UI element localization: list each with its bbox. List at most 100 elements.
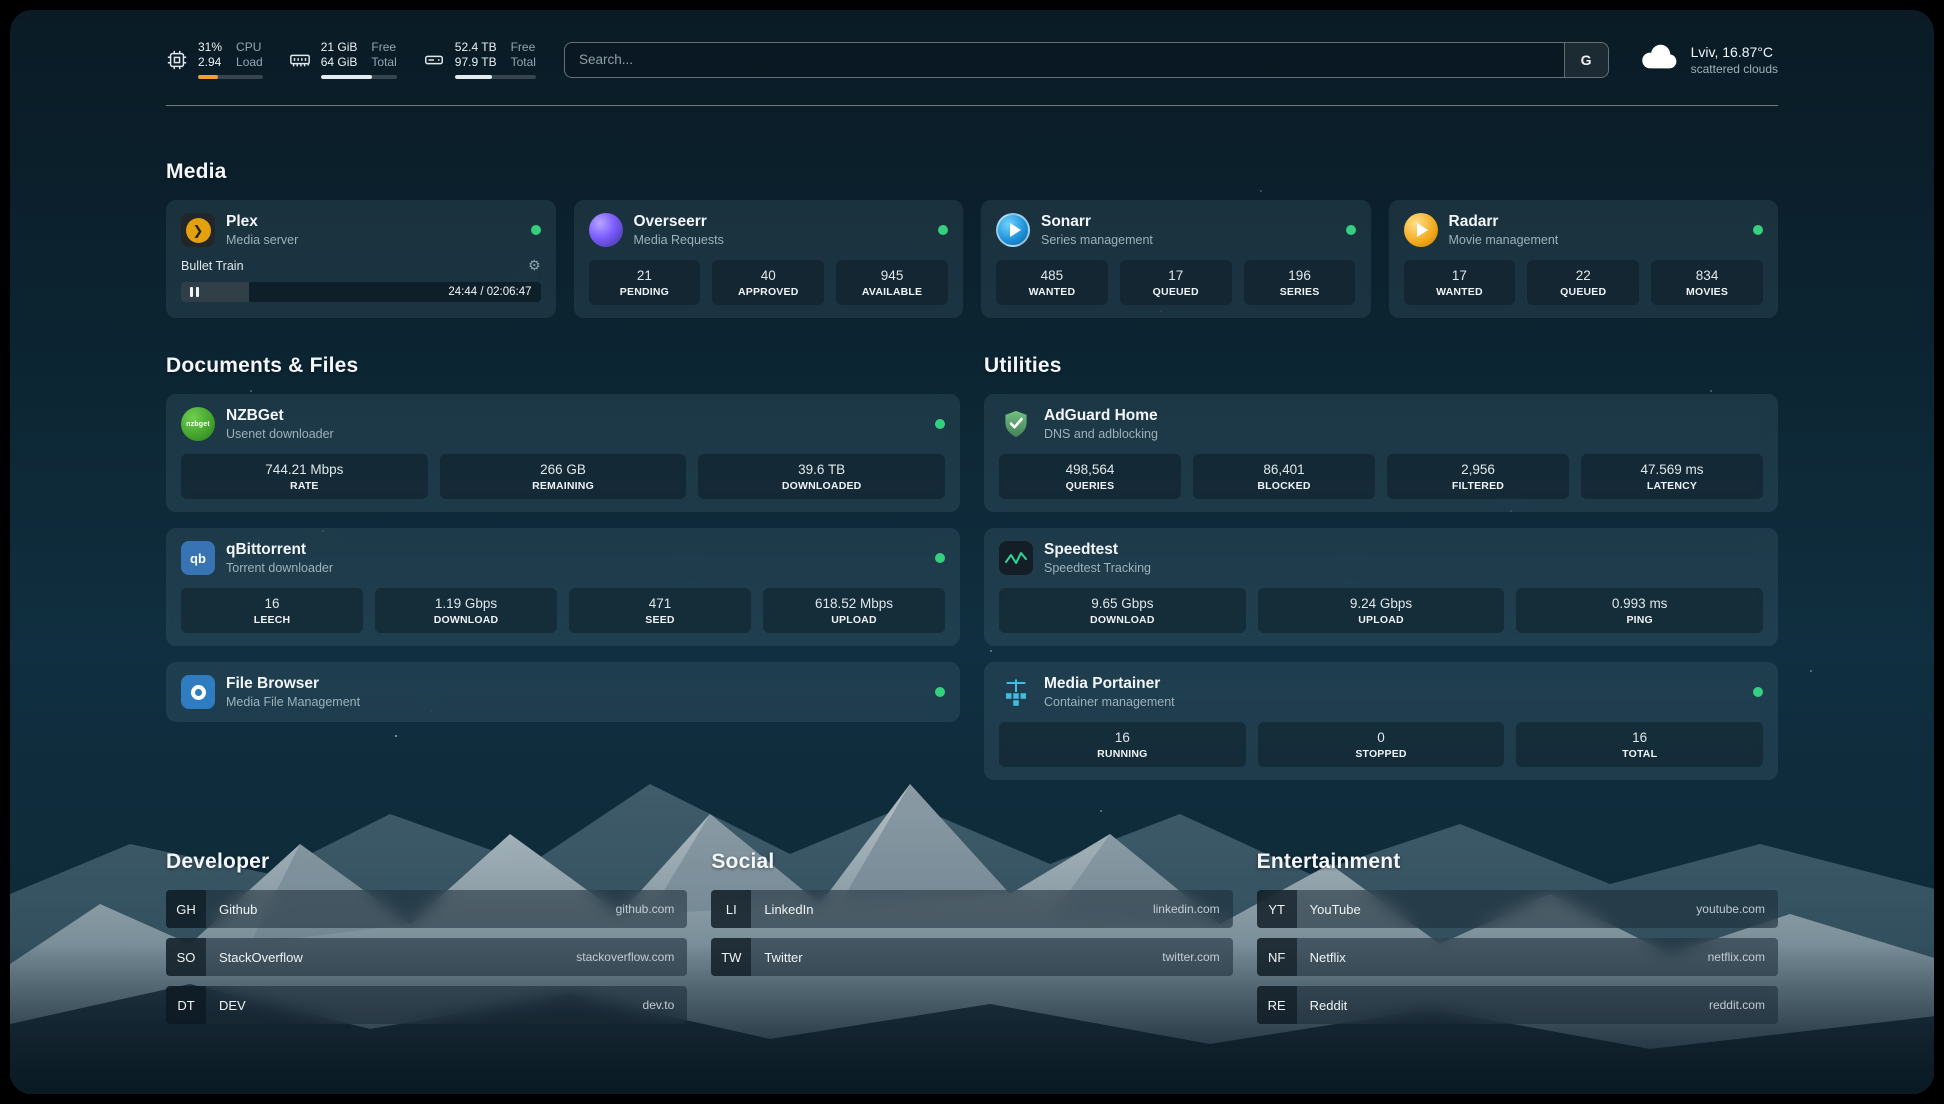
stat-rate: 744.21 Mbps RATE bbox=[181, 454, 428, 499]
section-title-media: Media bbox=[166, 160, 1778, 184]
bookmark-name: YouTube bbox=[1310, 902, 1361, 917]
search-input[interactable] bbox=[565, 43, 1564, 77]
stat-wanted: 17 WANTED bbox=[1404, 260, 1516, 305]
status-dot bbox=[935, 553, 945, 563]
bookmark-twitter[interactable]: TW Twitter twitter.com bbox=[711, 938, 1232, 976]
disk-label-free: Free bbox=[511, 40, 536, 55]
dashboard-screen: 31% 2.94 CPU Load bbox=[10, 10, 1934, 1094]
stat-blocked: 86,401 BLOCKED bbox=[1193, 454, 1375, 499]
section-utilities: Utilities AdGuard Home bbox=[984, 354, 1778, 796]
search-provider-button[interactable]: G bbox=[1564, 43, 1608, 77]
weather-widget[interactable]: Lviv, 16.87°C scattered clouds bbox=[1637, 42, 1778, 77]
section-title-entertainment: Entertainment bbox=[1257, 850, 1778, 874]
stat-downloaded: 39.6 TB DOWNLOADED bbox=[698, 454, 945, 499]
service-subtitle: Usenet downloader bbox=[226, 427, 334, 441]
bookmark-netflix[interactable]: NF Netflix netflix.com bbox=[1257, 938, 1778, 976]
playback-progress-bar[interactable]: 24:44 / 02:06:47 bbox=[181, 282, 541, 302]
status-dot bbox=[1346, 225, 1356, 235]
status-dot bbox=[1753, 225, 1763, 235]
bookmark-abbr: DT bbox=[166, 986, 206, 1024]
bookmark-url: stackoverflow.com bbox=[576, 950, 674, 964]
stat-queued: 17 QUEUED bbox=[1120, 260, 1232, 305]
service-card-plex[interactable]: ❯ Plex Media server Bullet Train ⚙ bbox=[166, 200, 556, 318]
cpu-label-bottom: Load bbox=[236, 55, 263, 70]
service-card-speedtest[interactable]: Speedtest Speedtest Tracking 9.65 Gbps D… bbox=[984, 528, 1778, 646]
playback-time: 24:44 / 02:06:47 bbox=[448, 286, 531, 298]
gear-icon[interactable]: ⚙ bbox=[528, 257, 541, 274]
disk-free-value: 52.4 TB bbox=[455, 40, 497, 55]
bookmark-abbr: LI bbox=[711, 890, 751, 928]
service-name: Plex bbox=[226, 213, 298, 231]
status-dot bbox=[938, 225, 948, 235]
section-title-developer: Developer bbox=[166, 850, 687, 874]
resource-widgets: 31% 2.94 CPU Load bbox=[166, 40, 536, 79]
status-dot bbox=[531, 225, 541, 235]
stat-upload: 618.52 Mbps UPLOAD bbox=[763, 588, 945, 633]
stat-movies: 834 MOVIES bbox=[1651, 260, 1763, 305]
service-card-portainer[interactable]: Media Portainer Container management 16 … bbox=[984, 662, 1778, 780]
stat-remaining: 266 GB REMAINING bbox=[440, 454, 687, 499]
bookmark-abbr: NF bbox=[1257, 938, 1297, 976]
service-name: Speedtest bbox=[1044, 541, 1151, 559]
stat-upload: 9.24 Gbps UPLOAD bbox=[1258, 588, 1505, 633]
bookmark-stackoverflow[interactable]: SO StackOverflow stackoverflow.com bbox=[166, 938, 687, 976]
bookmark-linkedin[interactable]: LI LinkedIn linkedin.com bbox=[711, 890, 1232, 928]
bookmark-abbr: RE bbox=[1257, 986, 1297, 1024]
bookmark-dev[interactable]: DT DEV dev.to bbox=[166, 986, 687, 1024]
memory-progress-bar bbox=[321, 75, 397, 79]
bookmark-github[interactable]: GH Github github.com bbox=[166, 890, 687, 928]
weather-condition: scattered clouds bbox=[1691, 62, 1778, 76]
stat-latency: 47.569 ms LATENCY bbox=[1581, 454, 1763, 499]
stat-queries: 498,564 QUERIES bbox=[999, 454, 1181, 499]
memory-label-total: Total bbox=[371, 55, 396, 70]
service-name: Overseerr bbox=[634, 213, 724, 231]
cpu-value-load: 2.94 bbox=[198, 55, 222, 70]
bookmark-group-entertainment: Entertainment YT YouTube youtube.com NF … bbox=[1257, 850, 1778, 1034]
section-documents: Documents & Files nzbget NZBGet Usenet d… bbox=[166, 354, 960, 738]
stat-queued: 22 QUEUED bbox=[1527, 260, 1639, 305]
stat-leech: 16 LEECH bbox=[181, 588, 363, 633]
memory-icon bbox=[289, 49, 311, 71]
pause-icon[interactable] bbox=[190, 287, 199, 297]
service-name: AdGuard Home bbox=[1044, 407, 1158, 425]
memory-total-value: 64 GiB bbox=[321, 55, 358, 70]
stat-ping: 0.993 ms PING bbox=[1516, 588, 1763, 633]
cloud-icon bbox=[1637, 42, 1679, 77]
bookmark-name: DEV bbox=[219, 998, 246, 1013]
service-card-overseerr[interactable]: Overseerr Media Requests 21 PENDING 40 A… bbox=[574, 200, 964, 318]
bookmark-youtube[interactable]: YT YouTube youtube.com bbox=[1257, 890, 1778, 928]
stat-available: 945 AVAILABLE bbox=[836, 260, 948, 305]
memory-free-value: 21 GiB bbox=[321, 40, 358, 55]
nzbget-icon: nzbget bbox=[181, 407, 215, 441]
service-card-filebrowser[interactable]: File Browser Media File Management bbox=[166, 662, 960, 722]
bookmark-reddit[interactable]: RE Reddit reddit.com bbox=[1257, 986, 1778, 1024]
bookmark-abbr: TW bbox=[711, 938, 751, 976]
cpu-value-percent: 31% bbox=[198, 40, 222, 55]
service-name: Sonarr bbox=[1041, 213, 1153, 231]
service-card-nzbget[interactable]: nzbget NZBGet Usenet downloader 744.21 M… bbox=[166, 394, 960, 512]
service-name: File Browser bbox=[226, 675, 360, 693]
disk-widget: 52.4 TB 97.9 TB Free Total bbox=[423, 40, 536, 79]
search-bar: G bbox=[564, 42, 1609, 78]
stat-series: 196 SERIES bbox=[1244, 260, 1356, 305]
service-card-radarr[interactable]: Radarr Movie management 17 WANTED 22 QUE… bbox=[1389, 200, 1779, 318]
service-subtitle: Torrent downloader bbox=[226, 561, 333, 575]
bookmark-name: Netflix bbox=[1310, 950, 1346, 965]
bookmark-name: Reddit bbox=[1310, 998, 1348, 1013]
status-dot bbox=[935, 687, 945, 697]
service-subtitle: Media Requests bbox=[634, 233, 724, 247]
service-card-adguard[interactable]: AdGuard Home DNS and adblocking 498,564 … bbox=[984, 394, 1778, 512]
stat-stopped: 0 STOPPED bbox=[1258, 722, 1505, 767]
bookmark-name: Github bbox=[219, 902, 257, 917]
stat-download: 9.65 Gbps DOWNLOAD bbox=[999, 588, 1246, 633]
disk-total-value: 97.9 TB bbox=[455, 55, 497, 70]
service-card-qbittorrent[interactable]: qb qBittorrent Torrent downloader 16 LEE… bbox=[166, 528, 960, 646]
cpu-progress-bar bbox=[198, 75, 263, 79]
stat-filtered: 2,956 FILTERED bbox=[1387, 454, 1569, 499]
service-subtitle: Movie management bbox=[1449, 233, 1559, 247]
service-card-sonarr[interactable]: Sonarr Series management 485 WANTED 17 Q… bbox=[981, 200, 1371, 318]
service-subtitle: Series management bbox=[1041, 233, 1153, 247]
bookmark-name: Twitter bbox=[764, 950, 802, 965]
filebrowser-icon bbox=[181, 675, 215, 709]
service-subtitle: Media File Management bbox=[226, 695, 360, 709]
